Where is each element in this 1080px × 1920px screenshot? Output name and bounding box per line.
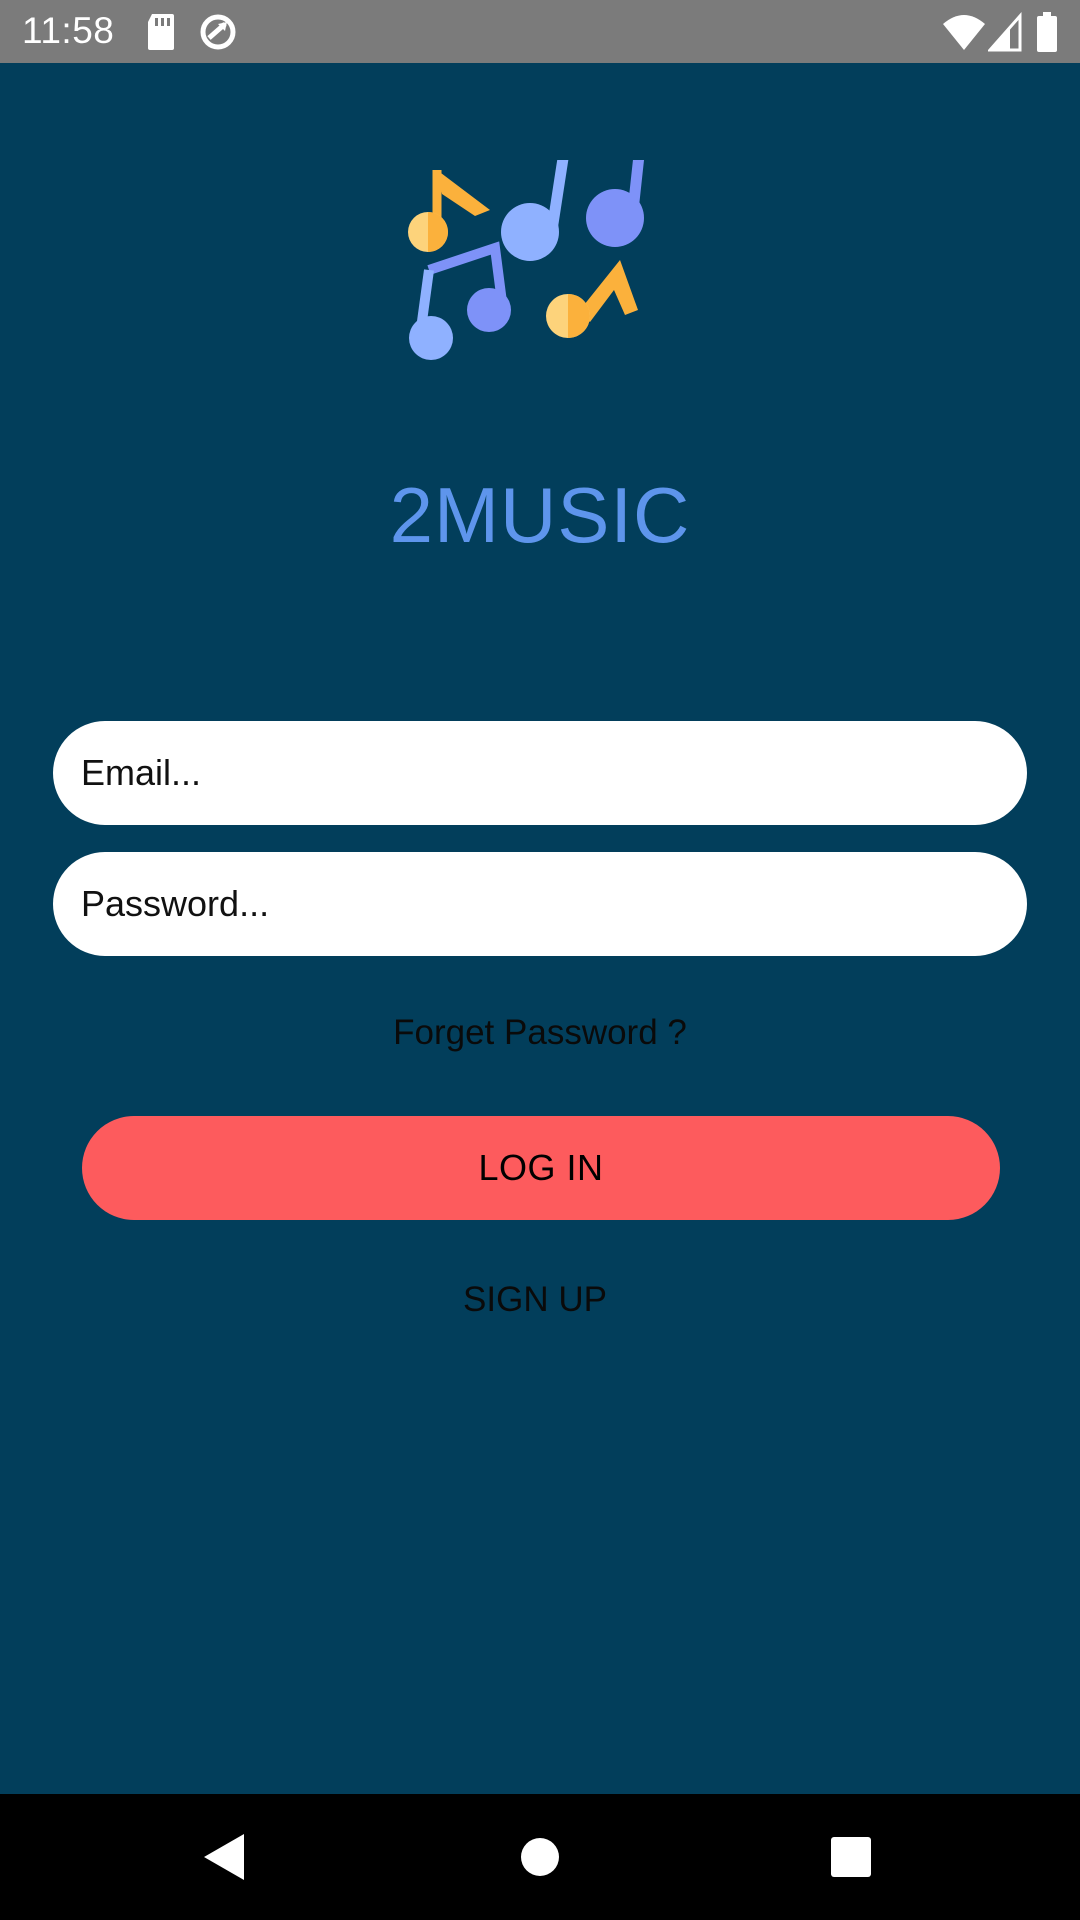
password-field[interactable] [79, 882, 1027, 926]
forget-password-link[interactable]: Forget Password ? [0, 1013, 1080, 1053]
music-notes-icon [408, 160, 645, 360]
battery-icon [1037, 12, 1057, 52]
sync-icon [200, 14, 236, 50]
login-screen: 11:58 2MUSIC Email... Forget Password ? … [0, 0, 1080, 1920]
cell-signal-icon [988, 12, 1022, 52]
signup-link[interactable]: SIGN UP [0, 1280, 1070, 1320]
navigation-bar [0, 1794, 1080, 1920]
back-icon[interactable] [192, 1824, 258, 1890]
email-field-container[interactable] [53, 721, 1027, 825]
email-field[interactable] [79, 751, 1027, 795]
password-field-container[interactable] [53, 852, 1027, 956]
recents-icon[interactable] [818, 1824, 884, 1890]
status-bar: 11:58 [0, 0, 1080, 63]
status-time: 11:58 [22, 10, 115, 51]
app-title: 2MUSIC [389, 471, 691, 559]
login-button[interactable]: LOG IN [82, 1116, 1000, 1220]
sd-card-icon [148, 14, 174, 50]
wifi-icon [943, 15, 985, 50]
home-icon[interactable] [507, 1824, 573, 1890]
